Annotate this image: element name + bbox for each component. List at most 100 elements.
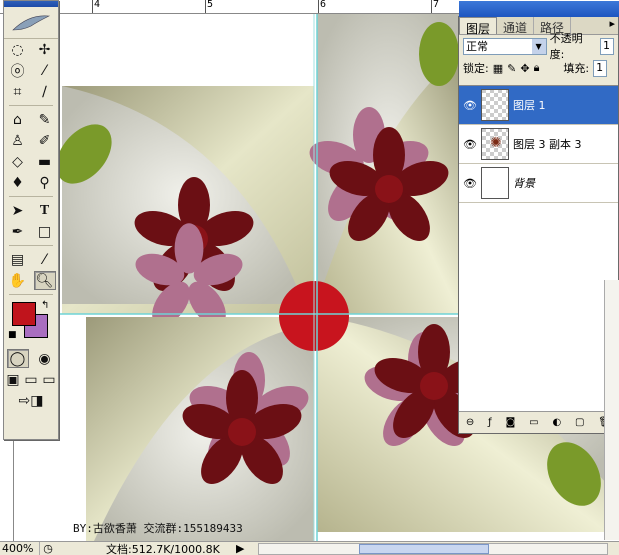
gradient-icon[interactable]: ▬ (34, 152, 56, 171)
tool-row: ▤ ⁄ (4, 249, 58, 270)
eye-icon[interactable]: 👁︎ (459, 177, 481, 190)
stamp-icon[interactable]: ♙ (7, 131, 29, 150)
layer-thumbnail (481, 167, 509, 199)
layer-row[interactable]: 👁︎ 背景 (459, 164, 618, 203)
tool-row: ✋ 🔍︎ (4, 270, 58, 291)
vertical-scrollbar[interactable] (604, 280, 619, 540)
adjustment-layer-icon[interactable]: ◐ (552, 417, 561, 428)
fill-label: 填充: (563, 62, 590, 75)
eraser-icon[interactable]: ◇ (7, 152, 29, 171)
eyedropper-icon[interactable]: ⁄ (34, 250, 56, 269)
marquee-icon[interactable]: ◌ (7, 40, 29, 59)
tool-row: ⌂ ✎ (4, 109, 58, 130)
quick-mask-icon[interactable]: ◉ (34, 349, 56, 368)
layer-list: 👁︎ 图层 1 👁︎ ✺ 图层 3 副本 3 👁︎ 背景 (459, 85, 618, 411)
toolbox-divider (9, 245, 53, 246)
dodge-icon[interactable]: ⚲ (34, 173, 56, 192)
fill-field[interactable]: 1 (593, 59, 608, 77)
chevron-down-icon: ▼ (531, 38, 546, 54)
layer-name: 图层 1 (513, 99, 546, 112)
standard-mode-icon[interactable]: ◯ (6, 349, 29, 368)
tab-layers[interactable]: 图层 (459, 17, 498, 36)
path-select-icon[interactable]: ➤ (7, 201, 29, 220)
credit-text: BY:古欲香萧 交流群:155189433 (73, 522, 243, 535)
toolbox-divider (9, 196, 53, 197)
tool-row: ♦ ⚲ (4, 172, 58, 193)
tool-row: ✒ □ (4, 221, 58, 242)
lock-transparency-icon[interactable]: ▦ (493, 62, 503, 75)
healing-icon[interactable]: ⌂ (7, 110, 29, 129)
history-brush-icon[interactable]: ✐ (34, 131, 56, 150)
tool-row: ◌ ✢ (4, 39, 58, 60)
ruler-label-5: 5 (207, 0, 214, 10)
pen-icon[interactable]: ✒ (7, 222, 29, 241)
blend-row: 正常 ▼ 不透明度: 1 (459, 32, 618, 61)
layers-panel-titlebar[interactable] (459, 1, 619, 17)
new-layer-icon[interactable]: ▢ (575, 417, 584, 428)
default-colors-icon[interactable]: ■ (8, 330, 17, 340)
tool-row: ♙ ✐ (4, 130, 58, 151)
photoshop-workspace: 4 5 6 7 ◌ ✢ ⓞ ⁄ ⌗ ∕ ⌂ ✎ ♙ ✐ ◇ ▬ ♦ ⚲ ➤ T … (0, 0, 619, 555)
blend-mode-select[interactable]: 正常 ▼ (463, 37, 547, 55)
lock-row: 锁定: ▦ ✎ ✥ 🔒︎ 填充: 1 (459, 57, 618, 79)
eye-icon[interactable]: 👁︎ (459, 99, 481, 112)
notes-icon[interactable]: ▤ (7, 250, 29, 269)
layer-style-icon[interactable]: ƒ (488, 417, 492, 428)
horizontal-scrollbar[interactable] (258, 543, 608, 555)
toolbox-divider (9, 294, 53, 295)
new-set-icon[interactable]: ▭ (529, 417, 538, 428)
blend-mode-value: 正常 (466, 39, 488, 53)
layer-row[interactable]: 👁︎ 图层 1 (459, 86, 618, 125)
pinwheel-thumb-icon: ✺ (490, 135, 502, 151)
lock-position-icon[interactable]: ✥ (520, 62, 529, 75)
screen-mode-full-icon[interactable]: ▭ (41, 370, 57, 389)
tool-row: ➤ T (4, 200, 58, 221)
jump-to-imageready-icon[interactable]: ⇨◨ (9, 391, 53, 410)
tool-row: ⌗ ∕ (4, 81, 58, 102)
lock-label: 锁定: (463, 62, 489, 75)
layer-thumbnail (481, 89, 509, 121)
color-swatches: ↰ ■ (4, 298, 58, 348)
document-info: 文档:512.7K/1000.8K (106, 542, 220, 555)
eye-icon[interactable]: 👁︎ (459, 138, 481, 151)
toolbox-panel: ◌ ✢ ⓞ ⁄ ⌗ ∕ ⌂ ✎ ♙ ✐ ◇ ▬ ♦ ⚲ ➤ T ✒ □ ▤ ⁄ … (3, 0, 59, 440)
layer-mask-icon[interactable]: ◙ (506, 417, 516, 428)
crop-icon[interactable]: ⌗ (7, 82, 29, 101)
link-icon[interactable]: ⊖ (466, 417, 474, 428)
status-options-icon[interactable]: ◷ (40, 542, 56, 555)
screen-mode-row: ▣ ▭ ▭ (4, 369, 58, 390)
lock-image-icon[interactable]: ✎ (507, 62, 516, 75)
shape-icon[interactable]: □ (34, 222, 56, 241)
move-icon[interactable]: ✢ (34, 40, 56, 59)
lasso-icon[interactable]: ⓞ (7, 61, 29, 80)
lock-all-icon[interactable]: 🔒︎ (534, 61, 540, 75)
screen-mode-full-menu-icon[interactable]: ▭ (23, 370, 39, 389)
slice-icon[interactable]: ∕ (34, 82, 56, 101)
tool-row: ◇ ▬ (4, 151, 58, 172)
jump-row: ⇨◨ (4, 390, 58, 411)
ruler-label-4: 4 (94, 0, 101, 10)
mode-row: ◯ ◉ (4, 348, 58, 369)
zoom-icon[interactable]: 🔍︎ (33, 271, 56, 290)
status-bar: 400% ◷ 文档:512.7K/1000.8K ▶ (0, 541, 619, 555)
layers-panel-footer: ⊖ ƒ ◙ ▭ ◐ ▢ 🗑︎ (459, 411, 618, 433)
type-icon[interactable]: T (34, 201, 56, 220)
swap-colors-icon[interactable]: ↰ (41, 300, 49, 311)
layer-row[interactable]: 👁︎ ✺ 图层 3 副本 3 (459, 125, 618, 164)
ruler-label-7: 7 (433, 0, 440, 10)
screen-mode-standard-icon[interactable]: ▣ (5, 370, 21, 389)
foreground-color-swatch[interactable] (12, 302, 36, 326)
brush-icon[interactable]: ✎ (34, 110, 56, 129)
hand-icon[interactable]: ✋ (7, 271, 29, 290)
status-menu-arrow-icon[interactable]: ▶ (236, 542, 244, 555)
tab-channels[interactable]: 通道 (497, 17, 535, 35)
blur-icon[interactable]: ♦ (7, 173, 29, 192)
layers-panel: 图层 通道 路径 ▸ 正常 ▼ 不透明度: 1 锁定: ▦ ✎ ✥ 🔒︎ 填充:… (458, 1, 619, 434)
opacity-label: 不透明度: (549, 32, 583, 61)
zoom-field[interactable]: 400% (0, 542, 40, 555)
scrollbar-thumb[interactable] (359, 544, 489, 554)
opacity-field[interactable]: 1 (600, 37, 614, 55)
magic-wand-icon[interactable]: ⁄ (34, 61, 56, 80)
layer-thumbnail: ✺ (481, 128, 509, 160)
layer-name: 图层 3 副本 3 (513, 138, 582, 151)
